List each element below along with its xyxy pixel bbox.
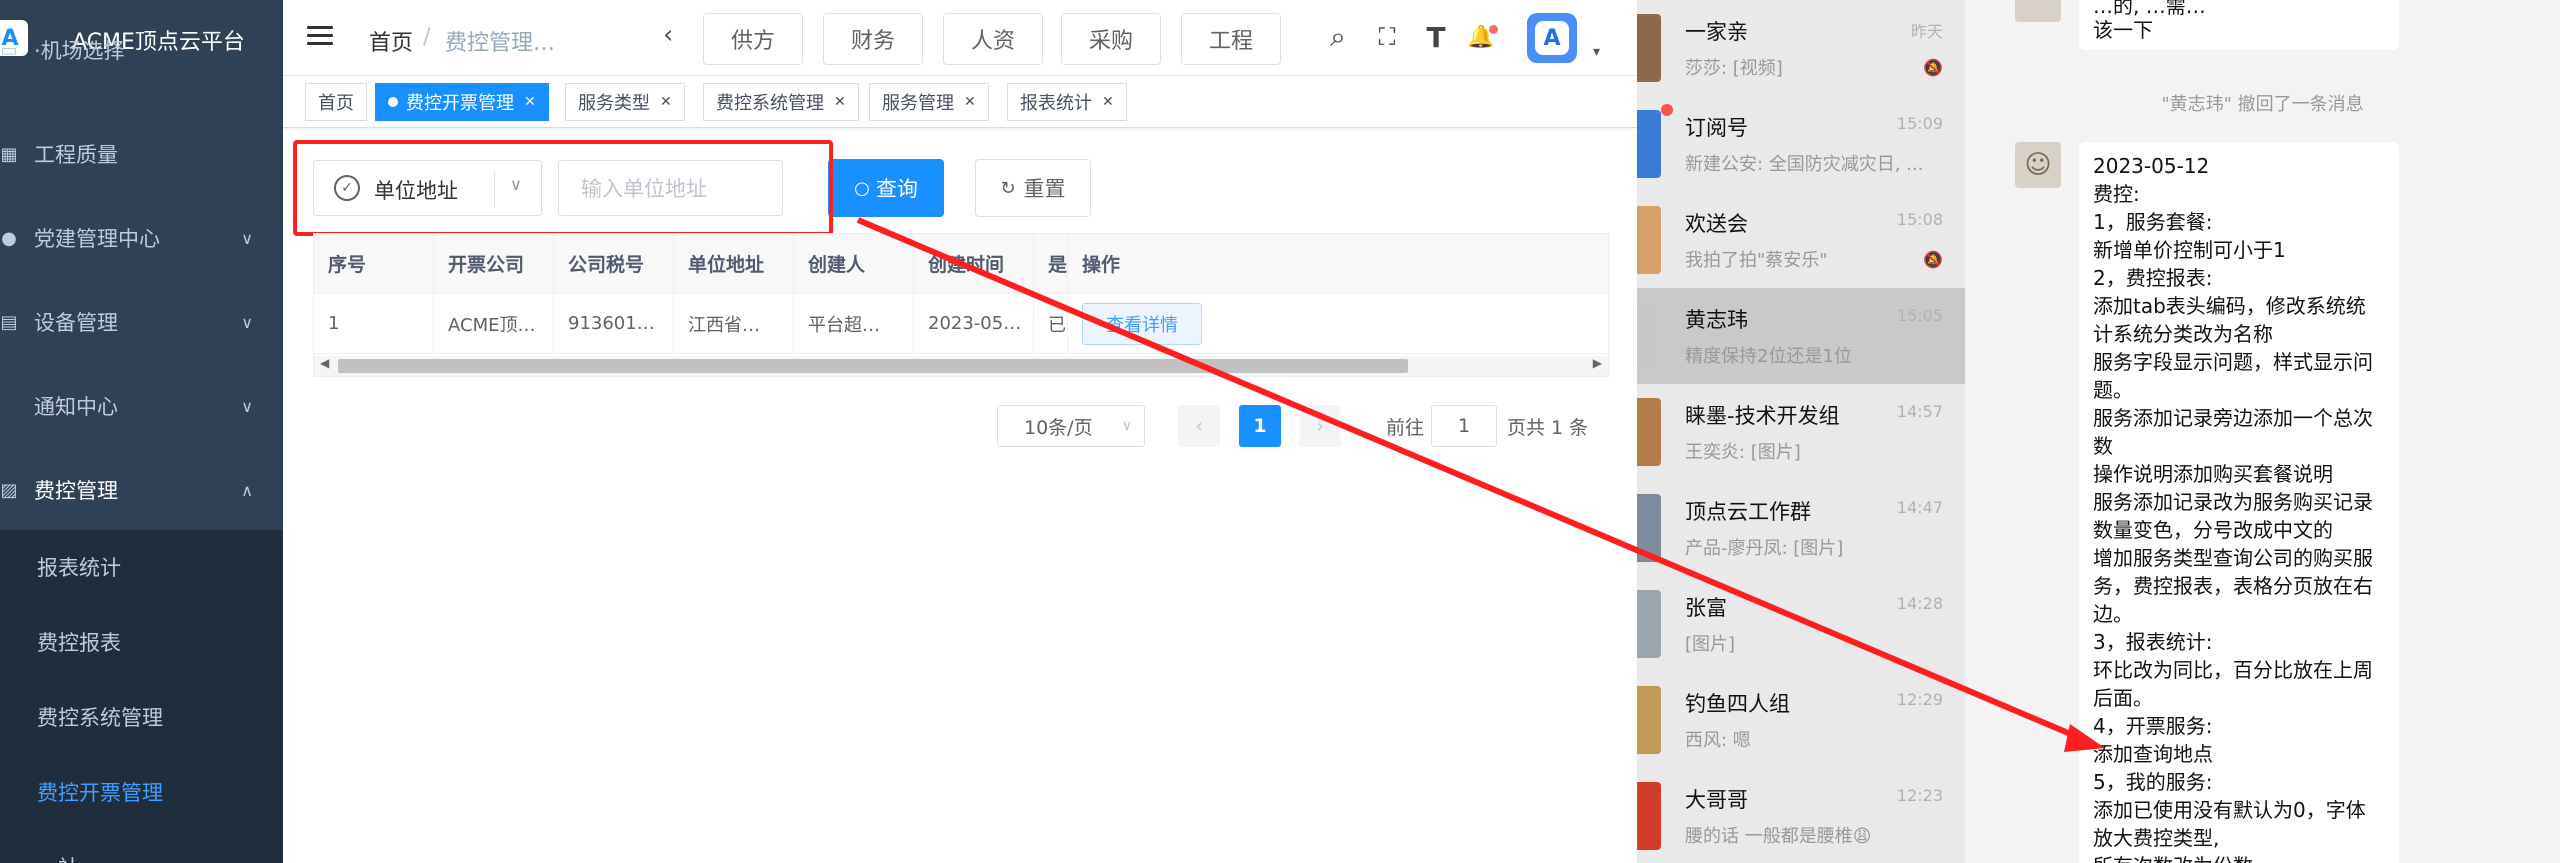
annotation-arrow [856,217,2105,752]
arrow-line [856,217,2082,741]
arrow-head [2064,724,2105,752]
